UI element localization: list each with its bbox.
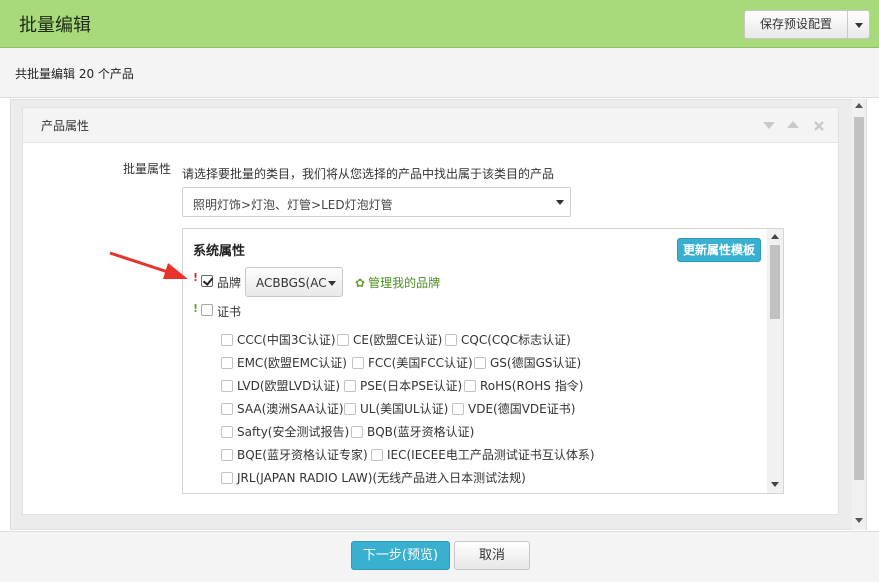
cert-option-emc[interactable]: EMC(欧盟EMC认证) bbox=[221, 354, 347, 371]
cert-checkbox[interactable] bbox=[221, 380, 233, 392]
category-value: 照明灯饰>灯泡、灯管>LED灯泡灯管 bbox=[193, 198, 393, 212]
attributes-scrollbar[interactable] bbox=[767, 229, 783, 493]
scroll-thumb[interactable] bbox=[854, 117, 864, 480]
cert-checkbox[interactable] bbox=[344, 403, 356, 415]
save-preset-button[interactable]: 保存预设配置 bbox=[744, 10, 848, 39]
cert-label: BQB(蓝牙资格认证) bbox=[367, 425, 475, 439]
cert-option-gs[interactable]: GS(德国GS认证) bbox=[474, 354, 581, 371]
cert-label: CQC(CQC标志认证) bbox=[461, 333, 571, 347]
cert-checkbox[interactable] bbox=[344, 380, 356, 392]
cert-label: BQE(蓝牙资格认证专家) bbox=[237, 448, 368, 462]
scroll-up-icon[interactable] bbox=[855, 103, 863, 108]
scroll-up-icon[interactable] bbox=[771, 234, 779, 239]
cert-option-vde[interactable]: VDE(德国VDE证书) bbox=[452, 400, 575, 417]
cert-checkbox[interactable] bbox=[452, 403, 464, 415]
cert-option-saa[interactable]: SAA(澳洲SAA认证) bbox=[221, 400, 344, 417]
scroll-down-icon[interactable] bbox=[855, 518, 863, 523]
cert-checkbox[interactable] bbox=[337, 334, 349, 346]
cert-label: Safty(安全测试报告) bbox=[237, 425, 350, 439]
cert-checkbox[interactable] bbox=[351, 426, 363, 438]
preset-dropdown-toggle[interactable] bbox=[848, 10, 870, 39]
brand-value: ACBBGS(AC bbox=[256, 276, 327, 290]
cert-label: RoHS(ROHS 指令) bbox=[480, 379, 584, 393]
cert-option-fcc[interactable]: FCC(美国FCC认证) bbox=[352, 354, 473, 371]
scroll-down-icon[interactable] bbox=[771, 482, 779, 487]
required-mark: ! bbox=[193, 271, 199, 284]
product-count-text: 共批量编辑 20 个产品 bbox=[15, 67, 134, 81]
brand-checkbox[interactable] bbox=[201, 275, 213, 287]
cert-label: UL(美国UL认证) bbox=[360, 402, 449, 416]
cert-label: FCC(美国FCC认证) bbox=[368, 356, 473, 370]
required-mark: ! bbox=[193, 302, 199, 315]
cert-label: CCC(中国3C认证) bbox=[237, 333, 336, 347]
system-attributes-title: 系统属性 bbox=[193, 244, 246, 259]
panel-header: 产品属性 bbox=[23, 108, 838, 143]
chevron-down-icon bbox=[556, 200, 564, 205]
cert-label: JRL(JAPAN RADIO LAW)(无线产品进入日本测试法规) bbox=[237, 471, 526, 485]
cert-label: IEC(IECEE电工产品测试证书互认体系) bbox=[387, 448, 595, 462]
batch-attribute-label: 批量属性 bbox=[123, 162, 172, 176]
annotation-arrow-icon bbox=[109, 251, 188, 279]
cert-checkbox[interactable] bbox=[352, 357, 364, 369]
cert-checkbox[interactable] bbox=[221, 334, 233, 346]
cert-label: PSE(日本PSE认证) bbox=[360, 379, 463, 393]
cert-checkbox[interactable] bbox=[221, 426, 233, 438]
cert-checkbox[interactable] bbox=[464, 380, 476, 392]
cancel-button[interactable]: 取消 bbox=[454, 541, 530, 570]
cert-checkbox[interactable] bbox=[221, 403, 233, 415]
cert-label: EMC(欧盟EMC认证) bbox=[237, 356, 347, 370]
cert-checkbox[interactable] bbox=[221, 472, 233, 484]
cert-option-lvd[interactable]: LVD(欧盟LVD认证) bbox=[221, 377, 340, 394]
cert-option-safty[interactable]: Safty(安全测试报告) bbox=[221, 423, 349, 440]
cert-option-bqe[interactable]: BQE(蓝牙资格认证专家) bbox=[221, 446, 368, 463]
chevron-down-icon[interactable] bbox=[763, 120, 775, 130]
certificate-label: 证书 bbox=[217, 305, 242, 319]
update-template-button[interactable]: 更新属性模板 bbox=[677, 238, 761, 262]
cert-option-pse[interactable]: PSE(日本PSE认证) bbox=[344, 377, 462, 394]
chevron-down-icon bbox=[328, 281, 336, 286]
cert-label: SAA(澳洲SAA认证) bbox=[237, 402, 344, 416]
manage-brands-label: 管理我的品牌 bbox=[368, 276, 441, 290]
cert-option-ul[interactable]: UL(美国UL认证) bbox=[344, 400, 448, 417]
cert-option-ce[interactable]: CE(欧盟CE认证) bbox=[337, 331, 442, 348]
cert-option-bqb[interactable]: BQB(蓝牙资格认证) bbox=[351, 423, 474, 440]
manage-brands-link[interactable]: ✿ 管理我的品牌 bbox=[355, 274, 440, 291]
cert-checkbox[interactable] bbox=[221, 357, 233, 369]
cert-option-cqc[interactable]: CQC(CQC标志认证) bbox=[445, 331, 571, 348]
cert-option-jrl[interactable]: JRL(JAPAN RADIO LAW)(无线产品进入日本测试法规) bbox=[221, 469, 526, 486]
cert-label: GS(德国GS认证) bbox=[490, 356, 582, 370]
cert-label: VDE(德国VDE证书) bbox=[468, 402, 576, 416]
cert-option-ccc[interactable]: CCC(中国3C认证) bbox=[221, 331, 336, 348]
cert-label: CE(欧盟CE认证) bbox=[353, 333, 443, 347]
panel-title: 产品属性 bbox=[41, 119, 90, 133]
gear-icon: ✿ bbox=[355, 276, 366, 290]
content-scrollbar[interactable] bbox=[852, 99, 866, 530]
cert-label: LVD(欧盟LVD认证) bbox=[237, 379, 340, 393]
dialog-title: 批量编辑 bbox=[19, 15, 91, 36]
cert-checkbox[interactable] bbox=[474, 357, 486, 369]
category-select[interactable]: 照明灯饰>灯泡、灯管>LED灯泡灯管 bbox=[182, 187, 571, 217]
batch-hint-text: 请选择要批量的类目，我们将从您选择的产品中找出属于该类目的产品 bbox=[182, 167, 555, 181]
chevron-up-icon[interactable] bbox=[787, 120, 799, 130]
panel-close-icon[interactable] bbox=[813, 120, 825, 132]
certificate-checkbox[interactable] bbox=[201, 304, 213, 316]
cert-checkbox[interactable] bbox=[445, 334, 457, 346]
cert-option-iec[interactable]: IEC(IECEE电工产品测试证书互认体系) bbox=[371, 446, 595, 463]
cert-checkbox[interactable] bbox=[371, 449, 383, 461]
cert-option-rohs[interactable]: RoHS(ROHS 指令) bbox=[464, 377, 583, 394]
summary-bar: 共批量编辑 20 个产品 bbox=[0, 48, 879, 98]
scroll-thumb[interactable] bbox=[770, 245, 780, 319]
brand-dropdown[interactable]: ACBBGS(AC bbox=[245, 267, 343, 297]
next-preview-button[interactable]: 下一步(预览) bbox=[351, 541, 450, 570]
cert-checkbox[interactable] bbox=[221, 449, 233, 461]
brand-label: 品牌 bbox=[217, 276, 242, 290]
